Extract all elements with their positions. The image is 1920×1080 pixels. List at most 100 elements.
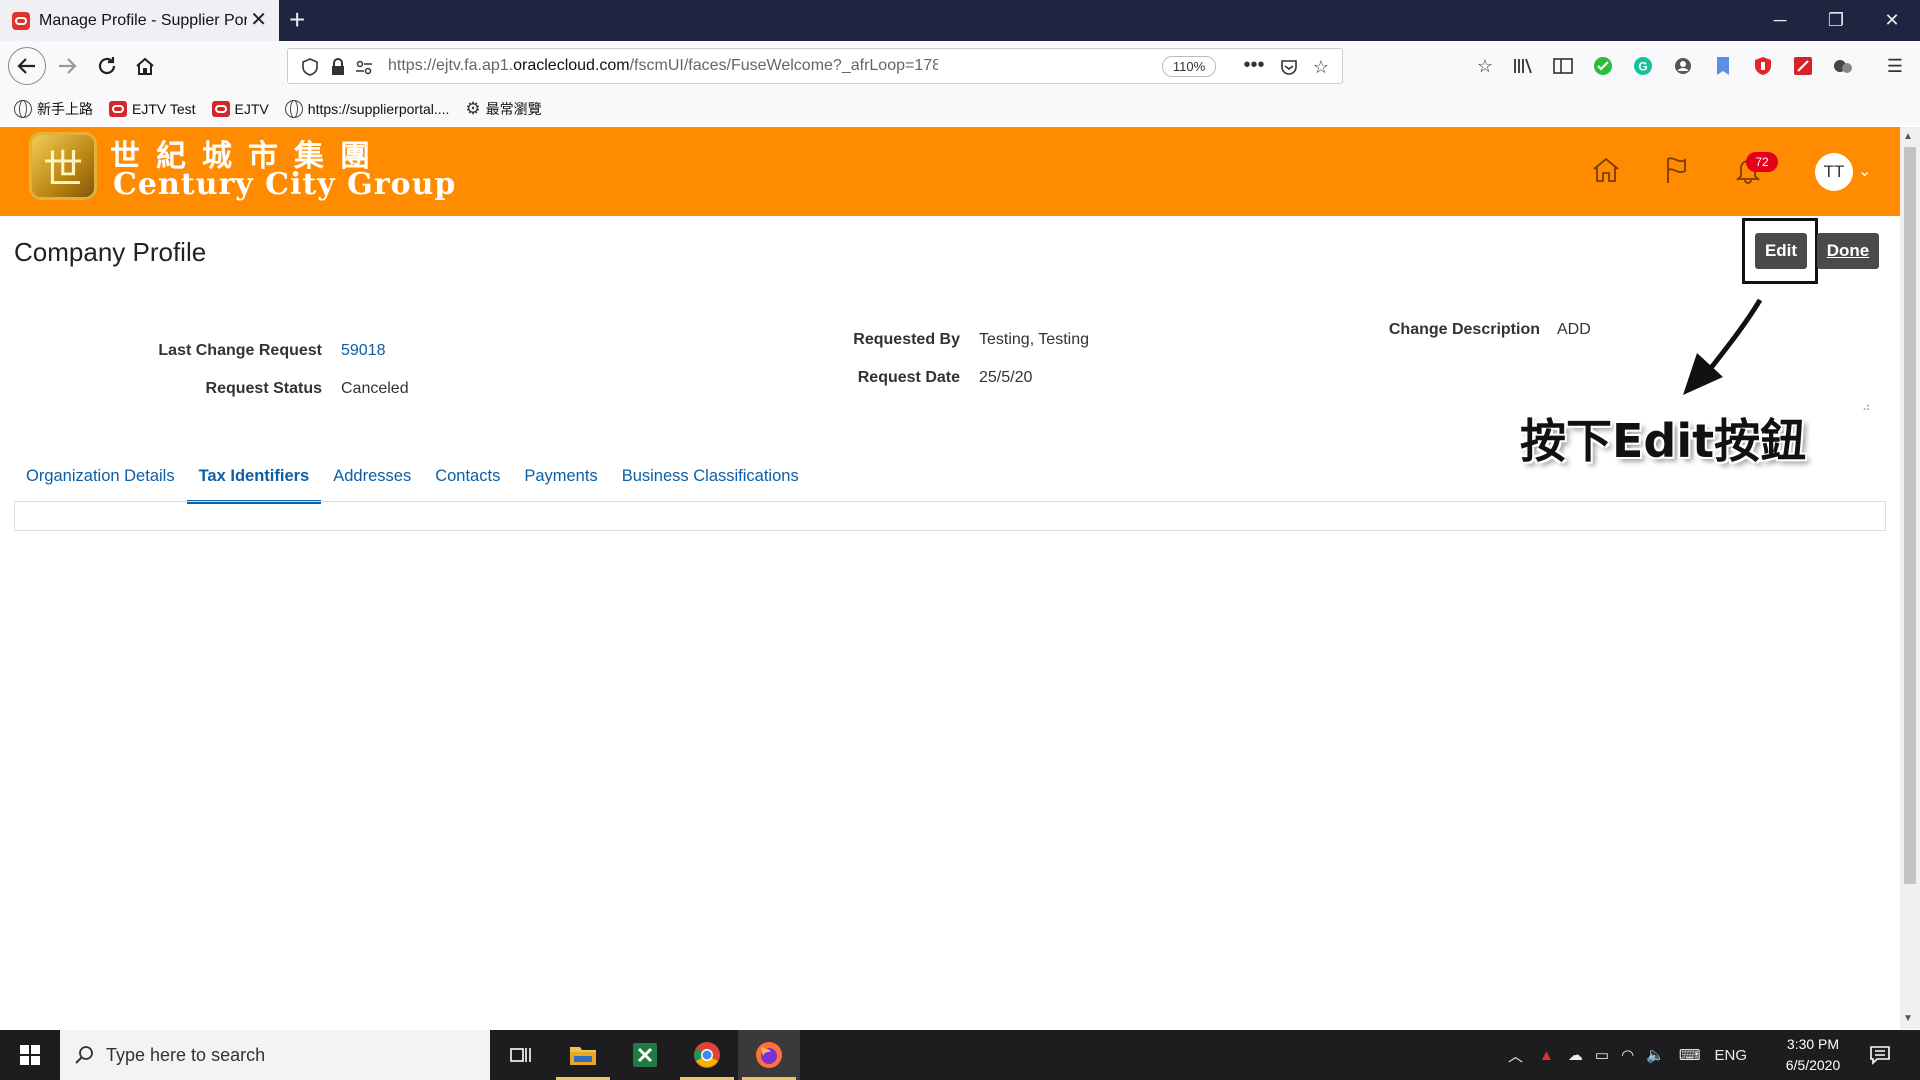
close-window-button[interactable]: ✕ [1864, 0, 1920, 41]
home-nav-button[interactable] [1588, 152, 1624, 188]
task-view-button[interactable] [490, 1030, 552, 1080]
tab-contacts[interactable]: Contacts [423, 455, 512, 503]
minimize-button[interactable]: ─ [1752, 0, 1808, 41]
language-indicator[interactable]: ENG [1715, 1047, 1748, 1064]
permissions-icon[interactable] [353, 56, 375, 78]
account-extension-icon[interactable] [1670, 53, 1696, 79]
library-icon[interactable] [1510, 53, 1536, 79]
home-button[interactable] [128, 49, 162, 83]
volume-icon[interactable]: 🔈 [1646, 1046, 1665, 1064]
bookmark-star-icon[interactable]: ☆ [1310, 56, 1332, 78]
pdf-extension-icon[interactable] [1790, 53, 1816, 79]
chrome-button[interactable] [676, 1030, 738, 1080]
reload-icon [98, 57, 116, 75]
shield-extension-icon[interactable] [1750, 53, 1776, 79]
change-description-label: Change Description [1388, 321, 1540, 338]
back-button[interactable] [8, 47, 46, 85]
battery-icon[interactable]: ▭ [1595, 1046, 1609, 1064]
folder-icon [570, 1047, 596, 1065]
reload-button[interactable] [90, 49, 124, 83]
bookmark-item[interactable]: 新手上路 [14, 99, 93, 119]
resize-grip-icon[interactable]: ⠴ [1862, 400, 1871, 414]
tab-business-classifications[interactable]: Business Classifications [610, 455, 811, 503]
multi-account-icon[interactable] [1830, 53, 1856, 79]
company-logo-emblem: 世 [29, 132, 97, 200]
bookmark-item[interactable]: https://supplierportal.... [284, 99, 449, 118]
done-button[interactable]: Done [1817, 233, 1879, 269]
bookmarks-menu-icon[interactable]: ☆ [1472, 53, 1498, 79]
file-explorer-button[interactable] [552, 1030, 614, 1080]
show-hidden-icons-icon[interactable]: ︿ [1508, 1045, 1523, 1066]
bookmark-extension-icon[interactable] [1710, 53, 1736, 79]
more-actions-icon[interactable]: ••• [1243, 54, 1265, 76]
bookmark-item[interactable]: EJTV Test [109, 100, 196, 117]
oracle-icon [109, 100, 127, 117]
app-header: 世 世紀城市集團 Century City Group 72 TT ⌄ [0, 127, 1900, 216]
onedrive-icon[interactable]: ☁ [1568, 1046, 1583, 1064]
edit-button[interactable]: Edit [1755, 233, 1807, 269]
address-bar[interactable]: https://ejtv.fa.ap1.oraclecloud.com/fscm… [287, 48, 1343, 84]
page-scrollbar[interactable]: ▲ ▼ [1900, 127, 1920, 1029]
hamburger-menu-icon[interactable]: ☰ [1882, 53, 1908, 79]
app-tray-icon[interactable]: ▲ [1539, 1047, 1554, 1064]
logo-english-name: Century City Group [113, 167, 457, 202]
last-change-request-link[interactable]: 59018 [341, 342, 386, 360]
last-change-request-label: Last Change Request [158, 342, 322, 359]
check-extension-icon[interactable] [1590, 53, 1616, 79]
bookmark-label: 最常瀏覽 [485, 100, 542, 117]
restore-button[interactable]: ❐ [1808, 0, 1864, 41]
tab-organization-details[interactable]: Organization Details [14, 455, 187, 503]
windows-taskbar: Type here to search ︿ ▲ ☁ ▭ ◠ 🔈 ⌨ ENG 3:… [0, 1030, 1920, 1080]
scroll-up-icon[interactable]: ▲ [1903, 131, 1913, 142]
tab-tax-identifiers[interactable]: Tax Identifiers [186, 455, 322, 504]
flag-icon [1667, 157, 1686, 183]
keyboard-icon[interactable]: ⌨ [1679, 1046, 1701, 1064]
forward-button[interactable] [50, 49, 84, 83]
user-avatar[interactable]: TT [1815, 153, 1853, 191]
home-icon [136, 57, 154, 75]
browser-tab[interactable]: Manage Profile - Supplier Portal ✕ [0, 0, 279, 41]
start-button[interactable] [0, 1030, 60, 1080]
tab-addresses[interactable]: Addresses [321, 455, 423, 503]
new-tab-button[interactable]: + [289, 5, 305, 35]
firefox-button[interactable] [738, 1030, 800, 1080]
chevron-down-icon[interactable]: ⌄ [1858, 161, 1871, 181]
close-tab-icon[interactable]: ✕ [250, 9, 267, 31]
annotation-label: 按下Edit按鈕 [1520, 414, 1807, 468]
lock-icon[interactable] [327, 56, 349, 78]
globe-icon [284, 99, 303, 118]
wifi-icon[interactable]: ◠ [1621, 1046, 1634, 1064]
arrow-left-icon [17, 58, 35, 74]
system-clock[interactable]: 3:30 PM 6/5/2020 [1770, 1034, 1856, 1076]
action-center-button[interactable] [1850, 1030, 1910, 1080]
bookmark-label: EJTV [234, 100, 269, 117]
excel-icon [633, 1043, 657, 1067]
sidebar-icon[interactable] [1550, 53, 1576, 79]
tab-payments[interactable]: Payments [512, 455, 609, 503]
bookmark-item[interactable]: EJTV [211, 100, 269, 117]
grammarly-icon[interactable]: G [1630, 53, 1656, 79]
url-prefix: https://ejtv.fa.ap1. [388, 57, 514, 74]
svg-text:G: G [1638, 60, 1647, 74]
bookmark-label: 新手上路 [37, 100, 93, 117]
shield-icon[interactable] [299, 56, 321, 78]
chrome-icon [694, 1042, 720, 1068]
favorites-button[interactable] [1658, 152, 1694, 188]
tab-content-panel [14, 501, 1886, 531]
bookmarks-bar: 新手上路 EJTV Test EJTV https://supplierport… [0, 91, 1920, 126]
scroll-down-icon[interactable]: ▼ [1903, 1013, 1913, 1024]
browser-tab-strip: Manage Profile - Supplier Portal ✕ + ─ ❐… [0, 0, 1920, 41]
scrollbar-thumb[interactable] [1904, 147, 1916, 884]
tab-title: Manage Profile - Supplier Portal [39, 11, 247, 29]
excel-button[interactable] [614, 1030, 676, 1080]
zoom-level-badge[interactable]: 110% [1162, 56, 1216, 77]
request-date-value: 25/5/20 [979, 369, 1033, 386]
oracle-icon [211, 100, 230, 117]
pocket-icon[interactable] [1278, 56, 1300, 78]
bookmark-item[interactable]: ⚙ 最常瀏覽 [465, 99, 541, 119]
taskbar-search-box[interactable]: Type here to search [60, 1030, 490, 1080]
arrow-right-icon [59, 58, 77, 74]
oracle-favicon-icon [12, 11, 30, 30]
page-title: Company Profile [14, 237, 207, 267]
request-status-value: Canceled [341, 380, 409, 397]
